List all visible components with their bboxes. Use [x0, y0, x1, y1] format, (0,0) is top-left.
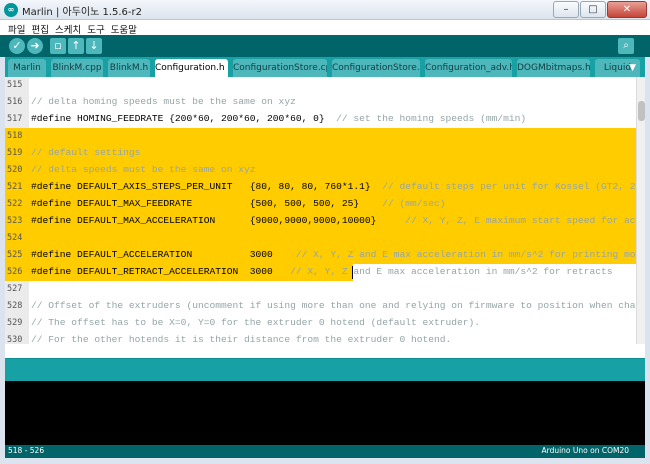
- code-text: #define DEFAULT_AXIS_STEPS_PER_UNIT {80,…: [31, 181, 636, 192]
- arduino-logo-icon: ∞: [4, 3, 18, 17]
- code-text: // The offset has to be X=0, Y=0 for the…: [31, 317, 481, 328]
- line-number: 515: [7, 80, 23, 90]
- code-text: #define DEFAULT_MAX_ACCELERATION {9000,9…: [31, 215, 636, 226]
- verify-button[interactable]: ✓: [9, 38, 25, 54]
- code-line: 520 // delta speeds must be the same on …: [5, 162, 636, 179]
- new-button[interactable]: ▫: [50, 38, 66, 54]
- code-line: 515: [5, 77, 636, 94]
- line-number: 530: [7, 335, 23, 344]
- window-controls: – □ ✕: [553, 1, 647, 19]
- code-line: 523 #define DEFAULT_MAX_ACCELERATION {90…: [5, 213, 636, 230]
- menu-bar: 파일 편집 스케치 도구 도움말: [0, 20, 650, 36]
- window-title: Marlin | 아두이노 1.5.6-r2: [22, 7, 142, 18]
- code-line: 529 // The offset has to be X=0, Y=0 for…: [5, 315, 636, 332]
- code-text: #define HOMING_FEEDRATE {200*60, 200*60,…: [31, 113, 527, 124]
- upload-button[interactable]: ➜: [27, 38, 43, 54]
- window-frame-bottom: [0, 458, 650, 464]
- code-text: // For the other hotends it is their dis…: [31, 334, 452, 344]
- message-area: [5, 359, 645, 381]
- code-text: #define DEFAULT_MAX_FEEDRATE {500, 500, …: [31, 198, 446, 209]
- line-number: 522: [7, 199, 23, 209]
- code-editor[interactable]: 515 516 // delta homing speeds must be t…: [5, 77, 636, 344]
- code-text: // Offset of the extruders (uncomment if…: [31, 300, 636, 311]
- scrollbar-thumb[interactable]: [638, 101, 645, 121]
- serial-monitor-button[interactable]: ⌕: [618, 38, 634, 54]
- window-frame-right: [645, 57, 650, 464]
- tab-blinkm-cpp[interactable]: BlinkM.cpp: [51, 59, 103, 77]
- menu-sketch[interactable]: 스케치: [53, 20, 85, 36]
- code-line: 521 #define DEFAULT_AXIS_STEPS_PER_UNIT …: [5, 179, 636, 196]
- tab-bar: Marlin BlinkM.cpp BlinkM.h Configuration…: [0, 57, 650, 77]
- line-number: 518: [7, 131, 23, 141]
- code-text: #define DEFAULT_ACCELERATION 3000 // X, …: [31, 249, 636, 260]
- line-number: 526: [7, 267, 23, 277]
- code-line: 519 // default settings: [5, 145, 636, 162]
- menu-help[interactable]: 도움말: [109, 20, 141, 36]
- line-range-indicator: 518 - 526: [8, 446, 45, 455]
- code-text: #define DEFAULT_RETRACT_ACCELERATION 300…: [31, 266, 613, 277]
- tab-configuration-adv-h[interactable]: Configuration_adv.h: [425, 59, 512, 77]
- menu-file[interactable]: 파일: [6, 20, 29, 36]
- code-text: // delta homing speeds must be the same …: [31, 96, 296, 107]
- line-number: 528: [7, 301, 23, 311]
- code-line: 518: [5, 128, 636, 145]
- open-button[interactable]: ↑: [68, 38, 84, 54]
- code-line: 522 #define DEFAULT_MAX_FEEDRATE {500, 5…: [5, 196, 636, 213]
- code-line: 517 #define HOMING_FEEDRATE {200*60, 200…: [5, 111, 636, 128]
- code-line: 525 #define DEFAULT_ACCELERATION 3000 //…: [5, 247, 636, 264]
- tab-dogmbitmaps-h[interactable]: DOGMbitmaps.h: [517, 59, 590, 77]
- code-line: 524: [5, 230, 636, 247]
- board-port-indicator: Arduino Uno on COM20: [541, 446, 629, 455]
- line-number: 527: [7, 284, 23, 294]
- code-text: // delta speeds must be the same on xyz: [31, 164, 256, 175]
- tab-configurationstore-cpp[interactable]: ConfigurationStore.cpp: [233, 59, 327, 77]
- save-button[interactable]: ↓: [86, 38, 102, 54]
- menu-tools[interactable]: 도구: [85, 20, 108, 36]
- output-console[interactable]: [5, 381, 645, 445]
- code-line: 516 // delta homing speeds must be the s…: [5, 94, 636, 111]
- line-number: 524: [7, 233, 23, 243]
- line-number: 529: [7, 318, 23, 328]
- line-number: 516: [7, 97, 23, 107]
- line-number: 521: [7, 182, 23, 192]
- editor-bottom-margin: [5, 344, 645, 359]
- tab-blinkm-h[interactable]: BlinkM.h: [108, 59, 150, 77]
- editor-vertical-scrollbar[interactable]: [636, 77, 645, 344]
- tab-configurationstore-h[interactable]: ConfigurationStore.h: [332, 59, 420, 77]
- line-number: 525: [7, 250, 23, 260]
- tab-marlin[interactable]: Marlin: [8, 59, 46, 77]
- toolbar: ✓ ➜ ▫ ↑ ↓ ⌕: [0, 35, 650, 57]
- code-line: 527: [5, 281, 636, 298]
- line-number: 517: [7, 114, 23, 124]
- line-number: 520: [7, 165, 23, 175]
- code-line: 528 // Offset of the extruders (uncommen…: [5, 298, 636, 315]
- code-line: 530 // For the other hotends it is their…: [5, 332, 636, 344]
- code-line: 526 #define DEFAULT_RETRACT_ACCELERATION…: [5, 264, 636, 281]
- line-number: 523: [7, 216, 23, 226]
- line-number: 519: [7, 148, 23, 158]
- code-text: // default settings: [31, 147, 141, 158]
- menu-edit[interactable]: 편집: [29, 20, 52, 36]
- status-bar: 518 - 526 Arduino Uno on COM20: [5, 445, 645, 458]
- tab-overflow-menu-icon[interactable]: ▼: [629, 61, 636, 75]
- maximize-button[interactable]: □: [580, 1, 606, 18]
- minimize-button[interactable]: –: [553, 1, 579, 18]
- close-button[interactable]: ✕: [607, 1, 647, 18]
- tab-configuration-h[interactable]: Configuration.h §: [155, 59, 228, 77]
- window-titlebar[interactable]: ∞ Marlin | 아두이노 1.5.6-r2 – □ ✕: [0, 0, 650, 20]
